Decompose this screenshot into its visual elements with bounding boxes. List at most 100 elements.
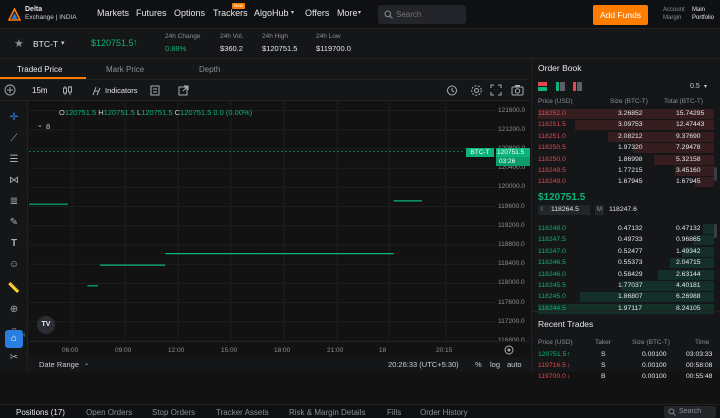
global-search[interactable]: [378, 5, 466, 24]
lock-drawings-icon[interactable]: ⌂: [5, 330, 23, 348]
ask-row[interactable]: 118250.5 1.97320 7.29478: [538, 143, 714, 154]
bid-row[interactable]: 118244.5 1.97117 8.24105: [538, 303, 714, 314]
tab-mark-price[interactable]: Mark Price: [106, 65, 144, 74]
scrollbar[interactable]: [714, 167, 717, 181]
price-chart[interactable]: O120751.5 H120751.5 L120751.5 C120751.5 …: [29, 101, 496, 341]
delta-logo[interactable]: [8, 8, 21, 21]
nav-trackers[interactable]: Trackers: [213, 8, 248, 18]
log-toggle[interactable]: log: [490, 360, 500, 369]
bid-row[interactable]: 118246.0 0.58429 2.63144: [538, 269, 714, 280]
ask-row[interactable]: 118251.0 2.08212 9.37690: [538, 131, 714, 142]
auto-toggle[interactable]: auto: [507, 360, 522, 369]
ask-price: 118251.0: [538, 132, 566, 140]
nav-algohub[interactable]: AlgoHub: [254, 8, 289, 18]
tab-stop-orders[interactable]: Stop Orders: [152, 408, 195, 417]
star-icon[interactable]: ★: [14, 37, 24, 50]
alert-clock-icon[interactable]: [446, 84, 459, 97]
ask-row[interactable]: 118249.0 1.67945 1.67945: [538, 177, 714, 188]
tab-depth[interactable]: Depth: [199, 65, 220, 74]
zoom-in-icon[interactable]: ⊕: [7, 303, 21, 317]
tab-open-orders[interactable]: Open Orders: [86, 408, 132, 417]
fib-icon[interactable]: ≣: [7, 195, 21, 209]
chart-plot[interactable]: [29, 101, 496, 341]
tab-risk-margin[interactable]: Risk & Margin Details: [289, 408, 365, 417]
view-both-icon[interactable]: [538, 82, 547, 91]
ask-price: 118249.5: [538, 167, 566, 174]
nav-options[interactable]: Options: [174, 8, 205, 18]
x-tick-label: 09:00: [115, 347, 132, 354]
ask-price: 118250.0: [538, 155, 566, 163]
y-tick-label: 118400.0: [498, 260, 525, 268]
trade-row: 119700.0 ↓ B 0.00100 00:55:48: [532, 373, 720, 383]
search-input[interactable]: [396, 8, 460, 21]
ohlc-legend: O120751.5 H120751.5 L120751.5 C120751.5 …: [59, 108, 252, 117]
crosshair-icon[interactable]: ✛: [7, 111, 21, 125]
view-asks-icon[interactable]: [573, 82, 582, 91]
template-icon[interactable]: [150, 85, 160, 96]
axis-settings-icon[interactable]: [504, 345, 514, 355]
pattern-icon[interactable]: ⋈: [7, 174, 21, 188]
tab-fills[interactable]: Fills: [387, 408, 401, 417]
scrollbar[interactable]: [714, 224, 717, 238]
camera-icon[interactable]: [511, 84, 524, 96]
new-badge: New: [232, 3, 246, 9]
external-link-icon[interactable]: [178, 85, 189, 96]
date-range-button[interactable]: Date Range: [39, 360, 79, 369]
trendline-icon[interactable]: ⟋: [7, 132, 21, 146]
collapse-toolbar-icon[interactable]: ‹: [23, 330, 26, 339]
view-bids-icon[interactable]: [556, 82, 565, 91]
x-tick-label: 06:00: [62, 347, 79, 354]
percent-toggle[interactable]: %: [475, 360, 482, 369]
ticker-bar: ★ BTC-T ▾ $120751.5 ↑ 24h Change 0.88% 2…: [0, 29, 720, 59]
nav-markets[interactable]: Markets: [97, 8, 129, 18]
price-step-select[interactable]: 0.5: [690, 83, 700, 90]
bid-row[interactable]: 118247.0 0.52477 1.49342: [538, 246, 714, 257]
high-value: $120751.5: [262, 44, 298, 53]
brush-icon[interactable]: ✎: [7, 216, 21, 230]
trash-icon[interactable]: ✂: [7, 351, 21, 365]
bid-row[interactable]: 118245.5 1.77037 4.40181: [538, 281, 714, 291]
tab-positions[interactable]: Positions (17): [16, 408, 65, 417]
indicators-button[interactable]: Indicators: [105, 86, 138, 95]
ask-row[interactable]: 118250.0 1.86998 5.32158: [538, 154, 714, 165]
chevron-down-icon[interactable]: ⌄: [37, 121, 43, 129]
ask-row[interactable]: 118251.5 3.09753 12.47443: [538, 120, 714, 131]
positions-search[interactable]: Search: [664, 406, 716, 418]
horizontal-lines-icon[interactable]: ☰: [7, 153, 21, 167]
price-axis[interactable]: 121600.0121200.0120800.0120400.0120000.0…: [496, 101, 530, 344]
interval-selector[interactable]: 15m: [32, 86, 48, 95]
bid-row[interactable]: 118248.0 0.47132 0.47132: [538, 224, 714, 234]
tab-tracker-assets[interactable]: Tracker Assets: [216, 408, 269, 417]
bid-row[interactable]: 118247.5 0.49733 0.96865: [538, 235, 714, 246]
trade-arrow: ↓: [567, 362, 571, 369]
tab-traded-price[interactable]: Traded Price: [17, 65, 63, 74]
col-price-header: Price (USD): [538, 98, 573, 105]
candle-type-icon[interactable]: [62, 85, 73, 96]
add-icon[interactable]: [4, 84, 16, 96]
bid-row[interactable]: 118246.5 0.55373 2.04715: [538, 258, 714, 269]
tab-order-history[interactable]: Order History: [420, 408, 468, 417]
trade-price: 119716.5: [538, 362, 566, 369]
bid-price: 118248.0: [538, 225, 566, 232]
account-value[interactable]: Main: [692, 7, 705, 13]
indicators-icon[interactable]: [91, 85, 102, 96]
symbol-selector[interactable]: BTC-T: [33, 39, 58, 49]
margin-value[interactable]: Portfolio: [692, 15, 714, 21]
time-axis[interactable]: 06:00 09:00 12:00 15:00 18:00 21:00 18 20:15: [29, 341, 530, 357]
fullscreen-icon[interactable]: [490, 84, 502, 96]
emoji-icon[interactable]: ☺: [7, 258, 21, 272]
ask-row[interactable]: 118249.5 1.77215 3.45160: [538, 166, 714, 176]
ruler-icon[interactable]: 📏: [7, 282, 21, 296]
settings-icon[interactable]: [470, 84, 483, 97]
ask-row[interactable]: 118252.0 3.26852 15.74295: [538, 109, 714, 119]
nav-futures[interactable]: Futures: [136, 8, 167, 18]
low-label: 24h Low: [316, 33, 341, 40]
indicator-count[interactable]: 8: [46, 122, 50, 131]
bid-total: 2.63144: [676, 270, 701, 278]
order-book-title: Order Book: [538, 63, 582, 73]
text-icon[interactable]: T: [7, 237, 21, 251]
add-funds-button[interactable]: Add Funds: [593, 5, 648, 25]
nav-offers[interactable]: Offers: [305, 8, 329, 18]
bid-row[interactable]: 118245.0 1.86807 6.26988: [538, 292, 714, 303]
nav-more[interactable]: More: [337, 8, 358, 18]
